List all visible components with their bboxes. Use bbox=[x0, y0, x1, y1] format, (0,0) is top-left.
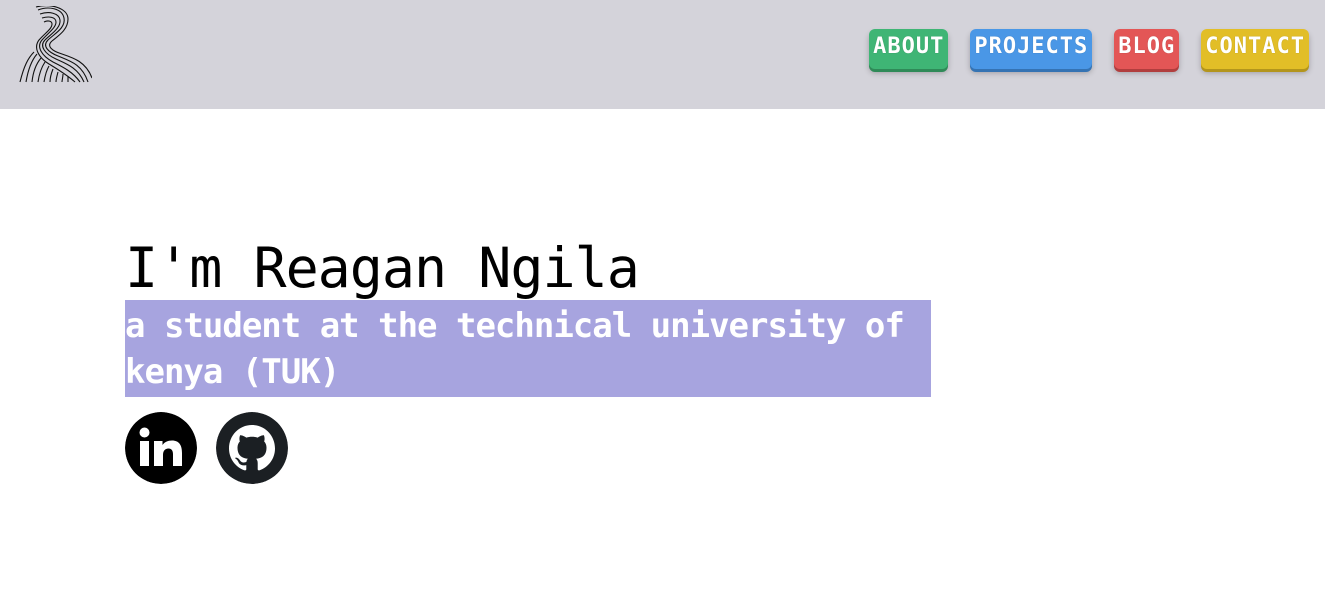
linkedin-icon[interactable] bbox=[125, 412, 197, 484]
main-nav: ABOUT PROJECTS BLOG CONTACT bbox=[869, 29, 1309, 69]
nav-projects-button[interactable]: PROJECTS bbox=[970, 29, 1093, 69]
social-links bbox=[125, 412, 931, 484]
site-header: ABOUT PROJECTS BLOG CONTACT bbox=[0, 0, 1325, 109]
nav-contact-button[interactable]: CONTACT bbox=[1201, 29, 1309, 69]
nav-blog-button[interactable]: BLOG bbox=[1114, 29, 1180, 69]
hero-section: I'm Reagan Ngila a student at the techni… bbox=[125, 236, 931, 484]
subtitle-highlight: a student at the technical university of… bbox=[125, 300, 931, 397]
page-title: I'm Reagan Ngila bbox=[125, 236, 640, 300]
fingerprint-logo-icon[interactable] bbox=[18, 6, 92, 84]
github-icon[interactable] bbox=[216, 412, 288, 484]
nav-about-button[interactable]: ABOUT bbox=[869, 29, 949, 69]
